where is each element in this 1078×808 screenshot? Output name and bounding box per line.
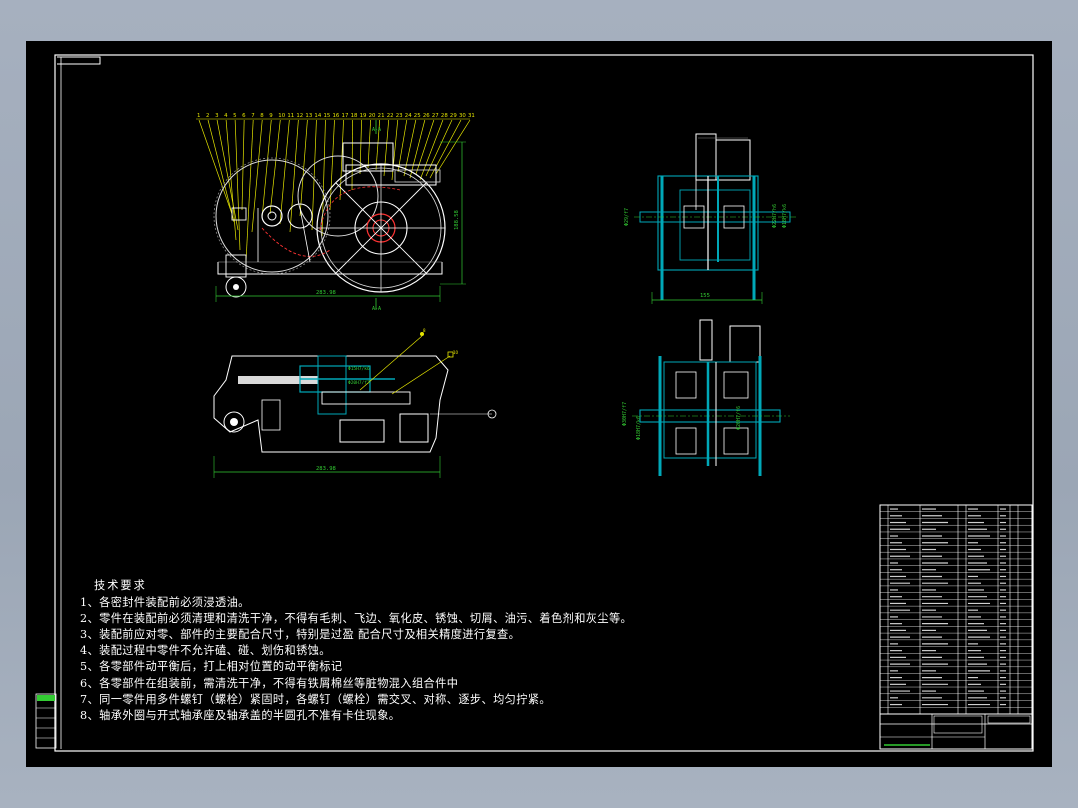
balloon-29: 29 xyxy=(450,113,457,119)
tech-requirement-1: 1、各密封件装配前必须浸透油。 xyxy=(80,596,250,610)
balloon-16: 16 xyxy=(333,113,340,119)
balloon-26: 26 xyxy=(423,113,430,119)
section-mark-bottom: A-A xyxy=(372,306,381,312)
balloon-13: 13 xyxy=(305,113,312,119)
tech-requirement-3: 3、装配前应对零、部件的主要配合尺寸，特别是过盈 配合尺寸及相关精度进行复查。 xyxy=(80,628,521,642)
balloon-5: 5 xyxy=(233,113,236,119)
plan-balloon-10: 10 xyxy=(453,350,459,355)
balloon-23: 23 xyxy=(396,113,403,119)
tech-requirement-4: 4、装配过程中零件不允许磕、碰、划伤和锈蚀。 xyxy=(80,644,331,658)
balloon-8: 8 xyxy=(260,113,264,119)
balloon-9: 9 xyxy=(269,113,273,119)
balloon-15: 15 xyxy=(323,113,330,119)
front-height-dim: 188.58 xyxy=(454,210,460,230)
balloon-2: 2 xyxy=(206,113,209,119)
section-dim-3: Φ20H7/f6 xyxy=(736,406,742,430)
front-width-dim: 283.98 xyxy=(316,290,336,296)
section-dim-1: Φ30H7/f7 xyxy=(622,402,628,426)
balloon-25: 25 xyxy=(414,113,421,119)
tech-requirement-8: 8、轴承外圈与开式轴承座及轴承盖的半圆孔不准有卡住现象。 xyxy=(80,708,401,722)
balloon-28: 28 xyxy=(441,113,448,119)
balloon-20: 20 xyxy=(369,113,376,119)
plan-width-dim: 283.98 xyxy=(316,466,336,472)
tech-requirement-2: 2、零件在装配前必须清理和清洗干净，不得有毛刺、飞边、氧化皮、锈蚀、切屑、油污、… xyxy=(80,612,633,626)
tech-requirement-7: 7、同一零件用多件螺钉（螺栓）紧固时，各螺钉（螺栓）需交叉、对称、逐步、均匀拧紧… xyxy=(80,692,552,706)
balloon-19: 19 xyxy=(360,113,367,119)
balloon-3: 3 xyxy=(215,113,218,119)
side-dim-2: Φ22H7/h6 xyxy=(772,204,778,228)
balloon-22: 22 xyxy=(387,113,394,119)
balloon-4: 4 xyxy=(224,113,228,119)
balloon-21: 21 xyxy=(378,113,385,119)
balloon-31: 31 xyxy=(468,113,475,119)
plan-dim-2: Φ20H7/f7 xyxy=(348,380,370,386)
tech-requirement-5: 5、各零部件动平衡后，打上相对位置的动平衡标记 xyxy=(80,660,343,674)
plan-dim-1: Φ15H7/k6 xyxy=(348,366,370,372)
balloon-30: 30 xyxy=(459,113,466,119)
balloon-1: 1 xyxy=(197,113,200,119)
section-dim-2: Φ18H7/k6 xyxy=(636,416,642,440)
balloon-17: 17 xyxy=(342,113,349,119)
technical-requirements: 技术要求 1、各密封件装配前必须浸透油。 2、零件在装配前必须清理和清洗干净，不… xyxy=(80,578,632,724)
side-width-dim: 155 xyxy=(700,293,710,299)
balloon-12: 12 xyxy=(296,113,303,119)
tech-requirement-6: 6、各零部件在组装前，需清洗干净，不得有铁屑棉丝等脏物混入组合件中 xyxy=(80,676,459,690)
balloon-6: 6 xyxy=(242,113,246,119)
tech-requirements-title: 技术要求 xyxy=(94,579,147,592)
section-mark-top: A-A xyxy=(372,127,381,133)
balloon-10: 10 xyxy=(278,113,285,119)
balloon-18: 18 xyxy=(351,113,358,119)
balloon-11: 11 xyxy=(287,113,294,119)
balloon-27: 27 xyxy=(432,113,439,119)
balloon-7: 7 xyxy=(251,113,254,119)
balloon-14: 14 xyxy=(314,113,321,119)
balloon-24: 24 xyxy=(405,113,412,119)
side-dim-1: Φ29/f7 xyxy=(624,208,630,226)
side-dim-3: Φ18H7/k6 xyxy=(782,204,788,228)
